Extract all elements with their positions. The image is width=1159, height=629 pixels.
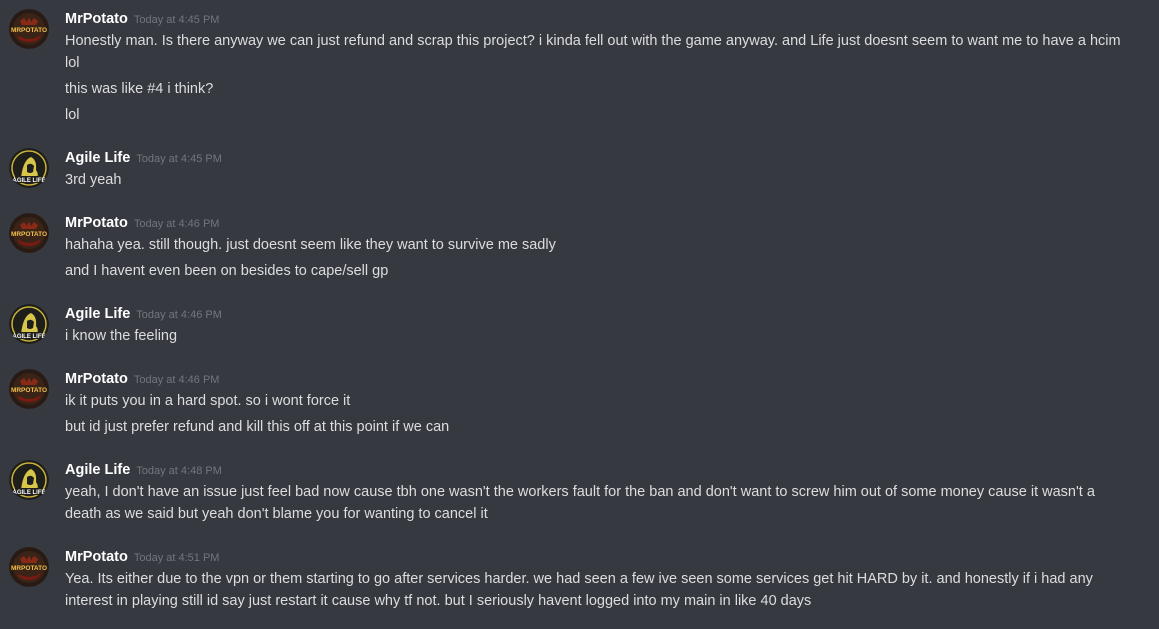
message-text: 3rd yeah (65, 172, 122, 188)
message-header: MrPotato Today at 4:46 PM (65, 213, 219, 233)
message-text: yeah, I don't have an issue just feel ba… (65, 484, 1095, 522)
message-text: i know the feeling (65, 328, 178, 344)
timestamp: Today at 4:46 PM (133, 374, 220, 386)
agile-life-avatar[interactable]: AGILE LIFE (9, 304, 49, 344)
message-text: Yea. Its either due to the vpn or them s… (65, 571, 1093, 609)
message-text: this was like #4 i think? (65, 81, 214, 97)
avatar-logo-text: AGILE LIFE (13, 490, 46, 496)
chat-message-list: MRPOTATO MrPotato Today at 4:45 PM Honest… (0, 0, 1159, 629)
message-header: Agile Life Today at 4:46 PM (65, 304, 222, 324)
message-text: lol (65, 107, 80, 123)
avatar-logo-text: MRPOTATO (11, 27, 47, 34)
agile-life-avatar[interactable]: AGILE LIFE (9, 148, 49, 188)
timestamp: Today at 4:45 PM (136, 153, 222, 165)
message-text: ik it puts you in a hard spot. so i wont… (65, 393, 351, 409)
message-header: MrPotato Today at 4:51 PM (65, 547, 219, 567)
username[interactable]: MrPotato (65, 549, 128, 565)
avatar-logo-text: AGILE LIFE (13, 178, 46, 184)
username[interactable]: Agile Life (65, 462, 130, 478)
message-header: Agile Life Today at 4:45 PM (65, 148, 222, 168)
timestamp: Today at 4:51 PM (133, 552, 220, 564)
message-header: MrPotato Today at 4:46 PM (65, 369, 219, 389)
username[interactable]: MrPotato (65, 11, 128, 27)
username[interactable]: Agile Life (65, 150, 130, 166)
username[interactable]: MrPotato (65, 371, 128, 387)
message-text: but id just prefer refund and kill this … (65, 419, 450, 435)
avatar-logo-text: MRPOTATO (11, 565, 47, 572)
timestamp: Today at 4:46 PM (136, 309, 222, 321)
timestamp: Today at 4:46 PM (133, 218, 220, 230)
username[interactable]: Agile Life (65, 306, 130, 322)
avatar-logo-text: AGILE LIFE (13, 334, 46, 340)
timestamp: Today at 4:45 PM (133, 14, 220, 26)
message-header: Agile Life Today at 4:48 PM (65, 460, 222, 480)
mrpotato-avatar[interactable]: MRPOTATO (9, 9, 49, 49)
message-text: Honestly man. Is there anyway we can jus… (65, 33, 1121, 71)
timestamp: Today at 4:48 PM (136, 465, 222, 477)
avatar-logo-text: MRPOTATO (11, 231, 47, 238)
mrpotato-avatar[interactable]: MRPOTATO (9, 547, 49, 587)
message-text: hahaha yea. still though. just doesnt se… (65, 237, 556, 253)
username[interactable]: MrPotato (65, 215, 128, 231)
message-header: MrPotato Today at 4:45 PM (65, 9, 219, 29)
mrpotato-avatar[interactable]: MRPOTATO (9, 369, 49, 409)
message-text: and I havent even been on besides to cap… (65, 263, 389, 279)
avatar-logo-text: MRPOTATO (11, 387, 47, 394)
agile-life-avatar[interactable]: AGILE LIFE (9, 460, 49, 500)
mrpotato-avatar[interactable]: MRPOTATO (9, 213, 49, 253)
